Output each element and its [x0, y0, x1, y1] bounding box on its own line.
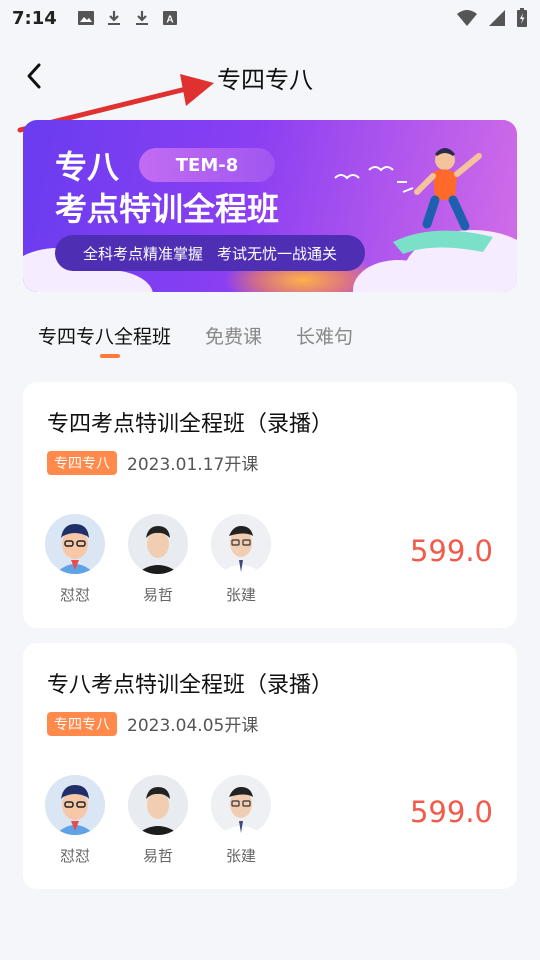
banner-slogan-left: 全科考点精准掌握 — [82, 244, 203, 263]
teacher-name: 张建 — [225, 586, 256, 604]
course-price: 599.0 — [409, 795, 493, 829]
birds-illustration — [334, 166, 394, 180]
course-card[interactable]: 专四考点特训全程班（录播） 专四专八 2023.01.17开课 怼怼 易哲 张建… — [23, 382, 517, 628]
avatar — [128, 514, 188, 574]
avatar — [45, 775, 105, 835]
tab-long-sentences[interactable]: 长难句 — [296, 322, 353, 349]
banner-title-line2: 考点特训全程班 — [55, 190, 280, 228]
course-title: 专四考点特训全程班（录播） — [47, 412, 334, 437]
battery-icon — [516, 8, 528, 28]
active-tab-indicator — [100, 354, 120, 358]
course-date: 2023.01.17开课 — [127, 455, 259, 475]
avatar — [128, 775, 188, 835]
teacher[interactable]: 张建 — [211, 514, 271, 605]
status-time: 7:14 — [12, 7, 57, 29]
avatar — [211, 514, 271, 574]
wifi-icon — [456, 9, 478, 27]
avatar — [45, 514, 105, 574]
download-icon — [105, 9, 123, 27]
teacher[interactable]: 易哲 — [128, 775, 188, 866]
course-meta: 专四专八 2023.04.05开课 — [47, 711, 258, 736]
tab-label: 免费课 — [205, 326, 263, 348]
banner-slogan: 全科考点精准掌握 考试无忧一战通关 — [55, 235, 365, 271]
signal-icon — [488, 9, 506, 27]
teacher[interactable]: 怼怼 — [45, 775, 105, 866]
course-title: 专八考点特训全程班（录播） — [47, 673, 334, 698]
banner-title-line1: 专八 — [55, 148, 120, 186]
teacher-name: 易哲 — [142, 847, 173, 865]
course-date: 2023.04.05开课 — [127, 716, 259, 736]
teacher-name: 易哲 — [142, 586, 173, 604]
course-price: 599.0 — [409, 534, 493, 568]
teacher-name: 张建 — [225, 847, 256, 865]
course-meta: 专四专八 2023.01.17开课 — [47, 450, 258, 475]
tab-label: 长难句 — [296, 326, 354, 348]
course-tabs: 专四专八全程班 免费课 长难句 — [38, 322, 387, 358]
course-badge: 专四专八 — [47, 711, 117, 736]
teacher-name: 怼怼 — [59, 847, 90, 865]
teacher-name: 怼怼 — [59, 586, 90, 604]
download-icon — [133, 9, 151, 27]
teacher[interactable]: 怼怼 — [45, 514, 105, 605]
course-card[interactable]: 专八考点特训全程班（录播） 专四专八 2023.04.05开课 怼怼 易哲 张建… — [23, 643, 517, 889]
teacher[interactable]: 张建 — [211, 775, 271, 866]
teacher-list: 怼怼 易哲 张建 — [45, 514, 271, 605]
page-title: 专四专八 — [217, 66, 313, 94]
promo-banner[interactable]: 专八 TEM-8 考点特训全程班 全科考点精准掌握 考试无忧一战通关 — [23, 120, 517, 292]
banner-slogan-right: 考试无忧一战通关 — [217, 244, 338, 263]
tab-label: 专四专八全程班 — [38, 326, 172, 348]
app-header: 专四专八 — [0, 36, 540, 120]
course-badge: 专四专八 — [47, 450, 117, 475]
teacher[interactable]: 易哲 — [128, 514, 188, 605]
svg-text:A: A — [166, 15, 173, 26]
font-icon: A — [161, 9, 179, 27]
status-bar: 7:14 A — [0, 0, 540, 36]
avatar — [211, 775, 271, 835]
tab-full-course[interactable]: 专四专八全程班 — [38, 322, 172, 358]
banner-tag: TEM-8 — [139, 148, 275, 182]
tab-free-course[interactable]: 免费课 — [205, 322, 262, 349]
teacher-list: 怼怼 易哲 张建 — [45, 775, 271, 866]
image-icon — [77, 9, 95, 27]
